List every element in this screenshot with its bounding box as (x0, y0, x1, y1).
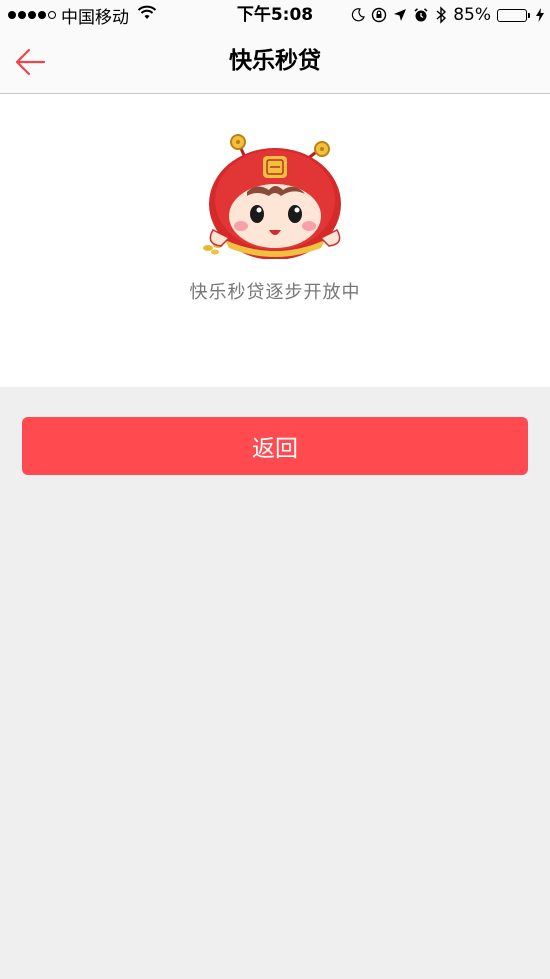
status-time: 下午5:08 (236, 5, 314, 25)
mascot-image (203, 134, 341, 259)
orientation-lock-icon (371, 7, 387, 23)
charging-icon (536, 8, 544, 22)
moon-icon (351, 8, 366, 22)
alarm-icon (413, 7, 429, 23)
status-message: 快乐秒贷逐步开放中 (189, 282, 361, 303)
status-right: 85% (351, 4, 544, 26)
return-button-label: 返回 (252, 436, 298, 462)
navigation-bar: 快乐秒贷 (0, 30, 550, 94)
battery-icon (497, 8, 530, 22)
bluetooth-icon (435, 6, 447, 24)
location-icon (393, 8, 407, 22)
status-bar: 中国移动 下午5:08 85% (0, 0, 550, 30)
return-button[interactable]: 返回 (22, 417, 528, 475)
page-title: 快乐秒贷 (229, 48, 321, 74)
content-card: 快乐秒贷逐步开放中 (0, 94, 550, 387)
battery-percent: 85% (453, 5, 491, 25)
